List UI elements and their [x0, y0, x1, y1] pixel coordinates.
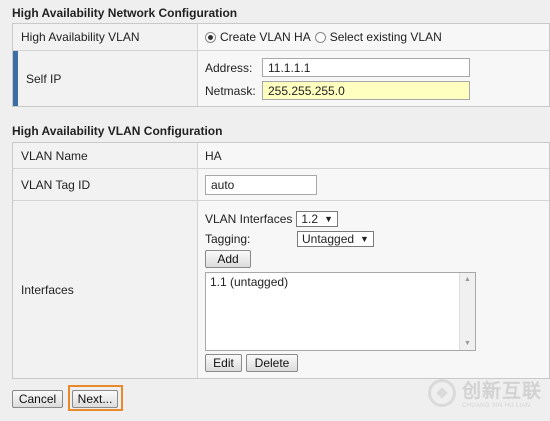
watermark-logo-icon — [427, 378, 456, 407]
interfaces-listbox[interactable]: 1.1 (untagged) ▲ ▼ — [205, 272, 476, 351]
list-item[interactable]: 1.1 (untagged) — [206, 273, 475, 291]
vlan-tag-input[interactable]: auto — [205, 174, 317, 195]
vlan-config-table: VLAN Name HA VLAN Tag ID auto Interfaces… — [12, 142, 550, 379]
vlan-name-value-cell: HA — [198, 143, 549, 168]
watermark-text: 创新互联 CHUANG XIN HU LIAN — [462, 376, 542, 409]
vlan-tag-row: VLAN Tag ID auto — [13, 169, 549, 201]
ha-vlan-options: Create VLAN HA Select existing VLAN — [198, 24, 549, 50]
vlan-interfaces-select[interactable]: 1.2 ▼ — [296, 211, 338, 227]
self-ip-label-text: Self IP — [26, 71, 62, 86]
self-ip-label: Self IP — [13, 51, 198, 106]
tagging-select[interactable]: Untagged ▼ — [297, 231, 374, 247]
vlan-name-label-text: VLAN Name — [21, 148, 88, 163]
edit-button[interactable]: Edit — [205, 354, 242, 372]
create-vlan-radio[interactable] — [205, 31, 216, 43]
interfaces-cell: VLAN Interfaces 1.2 ▼ Tagging: Untagged … — [198, 201, 549, 378]
network-config-table: High Availability VLAN Create VLAN HA Se… — [12, 23, 550, 107]
delete-button[interactable]: Delete — [246, 354, 298, 372]
watermark: 创新互联 CHUANG XIN HU LIAN — [427, 376, 542, 409]
select-existing-vlan-label[interactable]: Select existing VLAN — [330, 30, 442, 44]
vlan-tag-label: VLAN Tag ID — [13, 169, 198, 200]
vlan-name-row: VLAN Name HA — [13, 143, 549, 169]
watermark-main-text: 创新互联 — [461, 381, 542, 402]
vlan-name-value: HA — [205, 148, 222, 163]
netmask-input[interactable]: 255.255.255.0 — [262, 81, 470, 100]
vlan-config-title: High Availability VLAN Configuration — [12, 124, 223, 138]
tagging-select-value: Untagged — [302, 232, 355, 246]
address-label: Address: — [205, 61, 253, 75]
vlan-interfaces-label: VLAN Interfaces — [205, 212, 293, 226]
select-existing-vlan-radio[interactable] — [314, 31, 326, 43]
listbox-scrollbar[interactable]: ▲ ▼ — [459, 273, 475, 350]
interfaces-label-text: Interfaces — [21, 282, 74, 297]
create-vlan-label[interactable]: Create VLAN HA — [220, 30, 311, 44]
network-config-title: High Availability Network Configuration — [12, 6, 238, 20]
tagging-label: Tagging: — [205, 232, 251, 246]
netmask-label: Netmask: — [205, 84, 256, 98]
interfaces-row: Interfaces VLAN Interfaces 1.2 ▼ Tagging… — [13, 201, 549, 378]
vlan-interfaces-select-value: 1.2 — [301, 212, 319, 226]
next-button[interactable]: Next... — [72, 390, 118, 408]
chevron-down-icon: ▼ — [360, 234, 369, 244]
scroll-up-icon[interactable]: ▲ — [460, 276, 475, 283]
chevron-down-icon: ▼ — [324, 214, 333, 224]
add-button[interactable]: Add — [205, 250, 251, 268]
vlan-tag-label-text: VLAN Tag ID — [21, 177, 91, 192]
cancel-button[interactable]: Cancel — [12, 390, 63, 408]
address-input[interactable]: 11.1.1.1 — [262, 58, 470, 77]
ha-vlan-row: High Availability VLAN Create VLAN HA Se… — [13, 24, 549, 51]
ha-vlan-label-text: High Availability VLAN — [21, 30, 140, 44]
vlan-interfaces-group: VLAN Interfaces 1.2 ▼ — [205, 211, 338, 227]
self-ip-fields: Address: 11.1.1.1 Netmask: 255.255.255.0 — [198, 51, 549, 106]
watermark-sub-text: CHUANG XIN HU LIAN — [461, 403, 531, 409]
interfaces-label: Interfaces — [13, 201, 198, 378]
ha-vlan-label: High Availability VLAN — [13, 24, 198, 50]
scroll-down-icon[interactable]: ▼ — [460, 340, 475, 347]
vlan-name-label: VLAN Name — [13, 143, 198, 168]
vlan-tag-value-cell: auto — [198, 169, 549, 200]
self-ip-row: Self IP Address: 11.1.1.1 Netmask: 255.2… — [13, 51, 549, 106]
